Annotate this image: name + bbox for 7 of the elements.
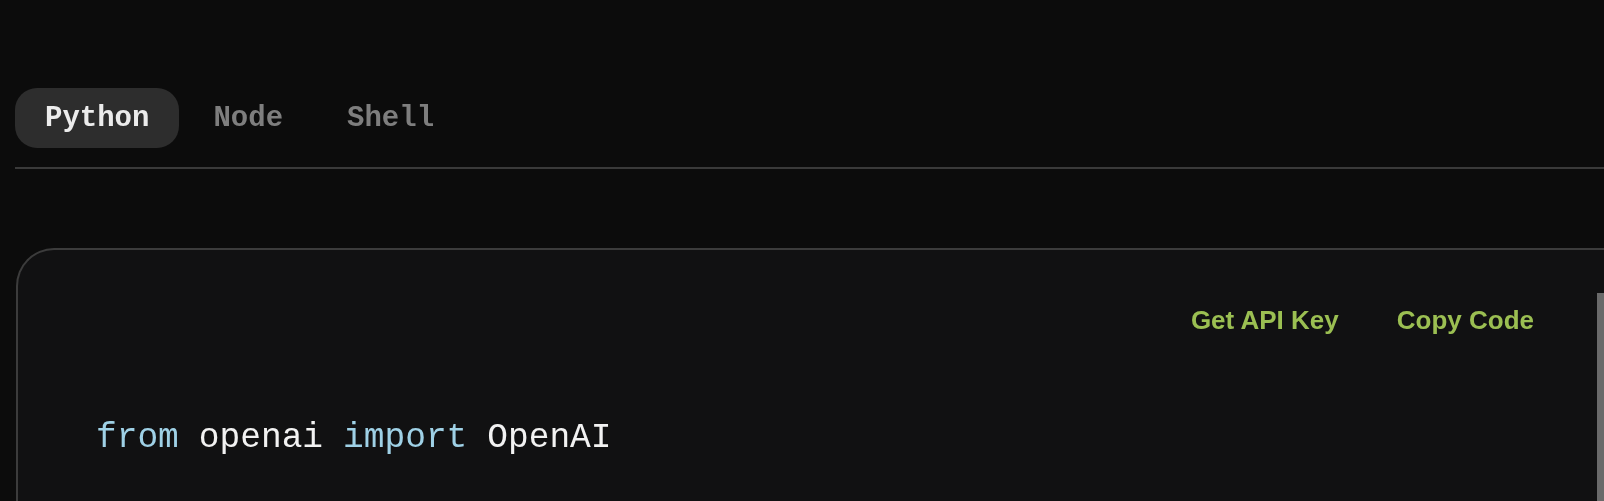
language-tab[interactable]: Python xyxy=(15,88,180,148)
action-link[interactable]: Copy Code xyxy=(1396,305,1534,336)
action-link[interactable]: Get API Key xyxy=(1190,305,1339,336)
code-line: from openai import OpenAI xyxy=(96,418,613,457)
language-tab[interactable]: Shell xyxy=(317,88,465,148)
scrollbar[interactable] xyxy=(1597,293,1604,501)
language-tab[interactable]: Node xyxy=(183,88,314,148)
